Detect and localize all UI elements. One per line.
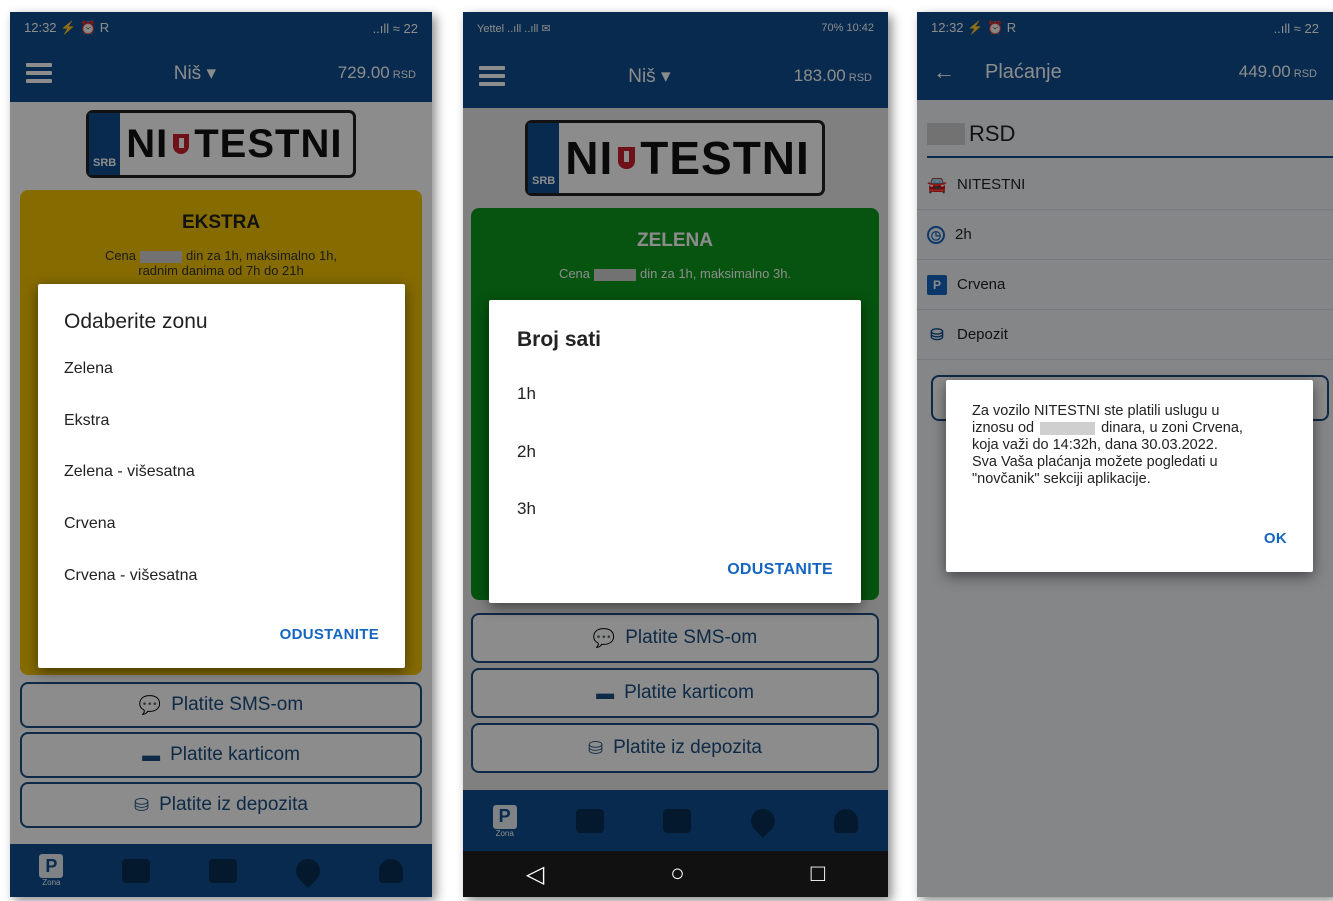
hours-dialog: Broj sati 1h 2h 3h ODUSTANITE: [489, 300, 861, 603]
cancel-button[interactable]: ODUSTANITE: [727, 561, 833, 579]
screen-zone-select: 12:32 ⚡ ⏰ R ..ıll ≈ 22 Niš ▾ 729.00 RSD S…: [10, 12, 432, 897]
zone-option[interactable]: Crvena: [64, 515, 116, 533]
back-nav-icon[interactable]: ◁: [526, 860, 544, 889]
zone-option[interactable]: Crvena - višesatna: [64, 567, 197, 585]
hours-option[interactable]: 2h: [517, 442, 536, 462]
cancel-button[interactable]: ODUSTANITE: [280, 626, 379, 643]
hours-option[interactable]: 1h: [517, 384, 536, 404]
hours-option[interactable]: 3h: [517, 499, 536, 519]
zone-option[interactable]: Ekstra: [64, 412, 109, 430]
zone-dialog: Odaberite zonu Zelena Ekstra Zelena - vi…: [38, 284, 405, 668]
recents-nav-icon[interactable]: □: [811, 860, 826, 888]
dialog-title: Odaberite zonu: [64, 310, 208, 333]
zone-option[interactable]: Zelena - višesatna: [64, 463, 195, 481]
zone-option[interactable]: Zelena: [64, 360, 113, 378]
screen-hours-select: Yettel ..ıll ..ıll ✉ 70% 10:42 Niš ▾ 183…: [463, 12, 888, 897]
home-nav-icon[interactable]: ○: [670, 860, 685, 888]
system-nav-bar: ◁ ○ □: [463, 851, 888, 897]
dialog-title: Broj sati: [517, 328, 602, 351]
confirmation-message: Za vozilo NITESTNI ste platili uslugu u …: [972, 403, 1243, 487]
ok-button[interactable]: OK: [1264, 530, 1287, 547]
screen-payment: 12:32 ⚡ ⏰ R ..ıll ≈ 22 ← Plaćanje 449.00…: [917, 12, 1333, 897]
payment-confirmation-dialog: Za vozilo NITESTNI ste platili uslugu u …: [946, 380, 1313, 572]
